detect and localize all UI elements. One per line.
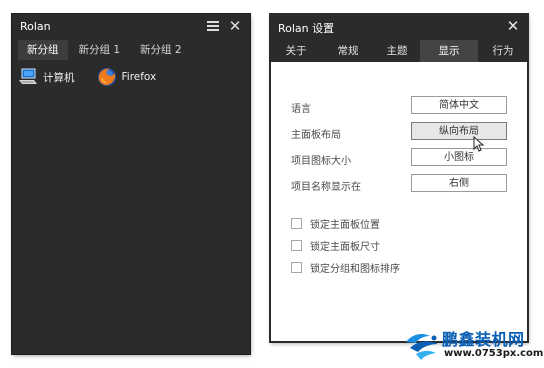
computer-icon bbox=[19, 68, 37, 84]
language-select[interactable]: 简体中文 bbox=[411, 96, 507, 114]
group-tab-2[interactable]: 新分组 2 bbox=[131, 40, 191, 60]
mouse-cursor-icon bbox=[473, 136, 485, 152]
close-icon[interactable]: ✕ bbox=[504, 17, 522, 35]
app-item-firefox[interactable]: Firefox bbox=[97, 66, 157, 88]
lock-position-row[interactable]: 锁定主面板位置 bbox=[291, 216, 380, 231]
rolan-titlebar[interactable]: Rolan ✕ bbox=[12, 14, 250, 40]
app-label-computer: 计算机 bbox=[43, 71, 75, 84]
firefox-icon bbox=[97, 68, 116, 86]
lock-size-checkbox[interactable] bbox=[291, 240, 302, 251]
name-position-select[interactable]: 右侧 bbox=[411, 174, 507, 192]
settings-titlebar[interactable]: Rolan 设置 ✕ bbox=[270, 14, 528, 40]
app-label-firefox: Firefox bbox=[121, 71, 157, 83]
lock-size-label: 锁定主面板尺寸 bbox=[310, 242, 380, 253]
group-tab-1[interactable]: 新分组 1 bbox=[70, 40, 130, 60]
tab-display[interactable]: 显示 bbox=[420, 40, 478, 62]
tab-theme[interactable]: 主题 bbox=[374, 40, 420, 62]
app-items: 计算机 Firefox bbox=[18, 66, 178, 88]
lock-order-label: 锁定分组和图标排序 bbox=[310, 264, 400, 275]
rolan-title: Rolan bbox=[20, 20, 51, 33]
group-tab-0[interactable]: 新分组 bbox=[18, 40, 68, 60]
lock-order-checkbox[interactable] bbox=[291, 262, 302, 273]
rolan-main-window: Rolan ✕ 新分组 新分组 1 新分组 2 计算机 Firefox bbox=[12, 14, 250, 354]
bird-logo-icon bbox=[406, 334, 438, 360]
icon-size-label: 项目图标大小 bbox=[291, 156, 351, 167]
settings-window: Rolan 设置 ✕ 关于 常规 主题 显示 行为 语言 简体中文 主面板布局 … bbox=[270, 14, 528, 342]
hamburger-icon[interactable] bbox=[204, 17, 222, 35]
settings-tabs: 关于 常规 主题 显示 行为 bbox=[270, 40, 528, 62]
panel-layout-select[interactable]: 纵向布局 bbox=[411, 122, 507, 140]
tab-general[interactable]: 常规 bbox=[322, 40, 374, 62]
tab-about[interactable]: 关于 bbox=[270, 40, 322, 62]
close-icon[interactable]: ✕ bbox=[226, 17, 244, 35]
watermark-url: www.0753px.com bbox=[444, 348, 544, 359]
group-tabs: 新分组 新分组 1 新分组 2 bbox=[18, 40, 193, 60]
watermark: 鹏鑫装机网 www.0753px.com bbox=[404, 326, 544, 368]
lock-size-row[interactable]: 锁定主面板尺寸 bbox=[291, 238, 380, 253]
lock-position-checkbox[interactable] bbox=[291, 218, 302, 229]
lock-order-row[interactable]: 锁定分组和图标排序 bbox=[291, 260, 400, 275]
panel-layout-label: 主面板布局 bbox=[291, 130, 341, 141]
language-label: 语言 bbox=[291, 104, 311, 115]
name-position-label: 项目名称显示在 bbox=[291, 182, 361, 193]
settings-title: Rolan 设置 bbox=[278, 22, 335, 35]
lock-position-label: 锁定主面板位置 bbox=[310, 220, 380, 231]
watermark-brand: 鹏鑫装机网 bbox=[442, 330, 525, 349]
settings-body: 语言 简体中文 主面板布局 纵向布局 项目图标大小 小图标 项目名称显示在 右侧… bbox=[270, 62, 528, 342]
app-item-computer[interactable]: 计算机 bbox=[18, 66, 75, 88]
icon-size-select[interactable]: 小图标 bbox=[411, 148, 507, 166]
tab-behavior[interactable]: 行为 bbox=[478, 40, 528, 62]
